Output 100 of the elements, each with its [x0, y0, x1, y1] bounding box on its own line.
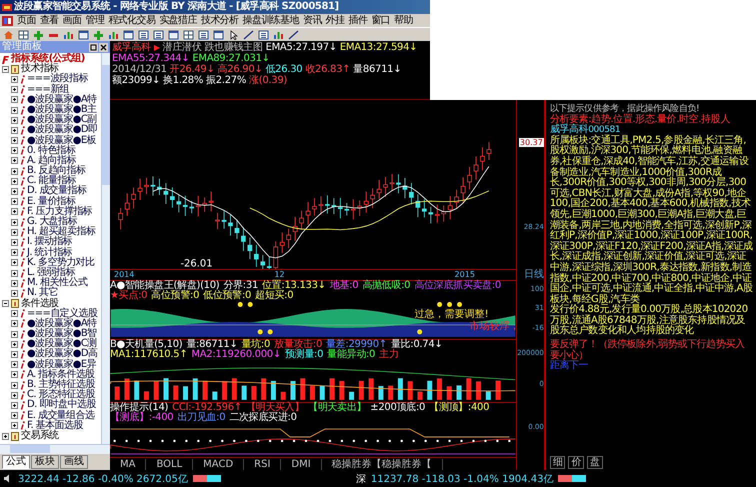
expand-toggle[interactable]: [11, 290, 18, 297]
expand-toggle[interactable]: [11, 249, 18, 256]
expand-toggle[interactable]: [11, 412, 18, 420]
expand-toggle[interactable]: [11, 330, 18, 338]
expand-toggle[interactable]: [11, 96, 18, 104]
cursor-icon[interactable]: [228, 30, 239, 40]
expand-toggle[interactable]: [11, 126, 18, 134]
tree-item[interactable]: 0. 特色指标: [27, 146, 76, 156]
expand-toggle[interactable]: [11, 137, 18, 144]
expand-toggle[interactable]: [11, 178, 18, 185]
expand-toggle[interactable]: [11, 320, 18, 328]
tree-item[interactable]: ===新组: [27, 84, 70, 95]
expand-toggle[interactable]: [11, 198, 18, 206]
chart-icon[interactable]: [108, 30, 119, 40]
tree-item[interactable]: K. 多空势力对比: [27, 258, 95, 268]
grid-icon[interactable]: [18, 30, 29, 40]
expand-toggle[interactable]: [11, 422, 18, 430]
expand-toggle[interactable]: [11, 259, 18, 266]
info-tab[interactable]: 价: [568, 456, 584, 469]
expand-toggle[interactable]: [11, 340, 18, 348]
panel-tab[interactable]: 画线: [60, 455, 88, 469]
chart-icon[interactable]: [63, 30, 74, 40]
index-name: 深: [356, 472, 366, 486]
expand-toggle[interactable]: [11, 188, 18, 196]
line-tool-icon[interactable]: [243, 30, 254, 40]
expand-toggle[interactable]: [11, 238, 18, 246]
tree-item[interactable]: J. 统计指标: [27, 248, 72, 258]
menu-item[interactable]: 插件: [348, 14, 368, 27]
close-icon[interactable]: [99, 42, 108, 52]
menu-item[interactable]: 页面: [17, 14, 36, 27]
vertical-scrollbar[interactable]: [101, 53, 110, 444]
expand-toggle[interactable]: [2, 432, 9, 440]
tree-item[interactable]: N. 其它: [27, 288, 58, 299]
expand-toggle[interactable]: [11, 218, 18, 226]
menu-item[interactable]: 查看: [40, 14, 59, 27]
tree-item[interactable]: ●波段赢家●E异: [27, 360, 96, 370]
expand-toggle[interactable]: [11, 208, 18, 216]
list-icon[interactable]: [198, 30, 209, 40]
info-tab[interactable]: 盘: [587, 456, 603, 469]
tree-item[interactable]: I. 摆动指标: [27, 237, 72, 248]
expand-toggle[interactable]: [11, 371, 18, 378]
expand-toggle[interactable]: [2, 66, 9, 73]
tree-item[interactable]: ●波段赢家●D即: [27, 125, 98, 136]
list-icon[interactable]: [138, 30, 149, 40]
window-icon[interactable]: [123, 30, 134, 40]
expand-toggle[interactable]: [11, 157, 18, 164]
window-icon[interactable]: [168, 30, 179, 40]
quote-value: 2014/12/31: [112, 64, 167, 75]
list-icon[interactable]: [153, 30, 164, 40]
menu-item[interactable]: 操盘训练基地: [242, 14, 299, 27]
menu-item[interactable]: 技术分析: [200, 14, 238, 27]
expand-toggle[interactable]: [11, 147, 18, 154]
menu-item[interactable]: 外挂: [326, 14, 345, 27]
pin-icon[interactable]: [89, 42, 98, 52]
candlestick: [215, 212, 220, 230]
expand-toggle[interactable]: [11, 310, 18, 318]
indicator-value: 量比:0.74↓: [390, 340, 443, 350]
expand-toggle[interactable]: [11, 116, 18, 124]
expand-toggle[interactable]: [11, 280, 18, 287]
expand-toggle[interactable]: [11, 402, 18, 409]
window-icon[interactable]: [78, 30, 89, 40]
menu-item[interactable]: 画面: [62, 14, 82, 27]
tree-item[interactable]: E. 量价指标: [27, 196, 76, 207]
tree-item[interactable]: E. 成交量组合选: [27, 410, 94, 421]
expand-toggle[interactable]: [11, 86, 18, 94]
tree-item[interactable]: 交易系统: [21, 430, 59, 442]
tree-item[interactable]: D. 即时盘中选股: [27, 400, 96, 411]
menu-item[interactable]: 实盘猎庄: [159, 14, 197, 27]
tree-item[interactable]: D. 成交量指标: [27, 186, 86, 197]
expand-toggle[interactable]: [2, 300, 9, 308]
menu-item[interactable]: 资讯: [302, 14, 322, 27]
expand-toggle[interactable]: [11, 228, 18, 236]
tree-item[interactable]: ●波段赢家●E板: [27, 136, 96, 146]
menu-item[interactable]: 窗口: [371, 14, 390, 27]
tree-item[interactable]: 条件选股: [21, 298, 59, 309]
expand-toggle[interactable]: [11, 361, 18, 368]
window-icon[interactable]: [213, 30, 224, 40]
expand-toggle[interactable]: [11, 382, 18, 389]
expand-toggle[interactable]: [11, 270, 18, 277]
expand-toggle[interactable]: [11, 168, 18, 175]
horizontal-scrollbar[interactable]: [0, 444, 110, 454]
tree-item[interactable]: ===自定义选股: [27, 308, 98, 319]
menu-item[interactable]: 程式化交易: [108, 14, 156, 27]
line-tool-icon[interactable]: [288, 30, 299, 40]
panel-tab[interactable]: 公式: [2, 455, 30, 469]
panel-tab[interactable]: 板块: [31, 455, 59, 469]
tree-item[interactable]: F. 基本面选股: [27, 420, 83, 431]
expand-toggle[interactable]: [11, 106, 18, 114]
tree-item[interactable]: ===波段指标: [27, 74, 88, 85]
tree-item[interactable]: ●波段赢家●D高: [27, 349, 98, 360]
expand-toggle[interactable]: [11, 392, 18, 399]
info-tab[interactable]: 细: [550, 456, 566, 469]
grid-icon[interactable]: [183, 30, 194, 40]
expand-toggle[interactable]: [11, 76, 18, 83]
chart-icon[interactable]: [273, 30, 284, 40]
tree-item[interactable]: ●波段赢家●A特: [27, 94, 96, 105]
expand-toggle[interactable]: [11, 351, 18, 358]
menu-item[interactable]: 帮助: [394, 14, 413, 27]
menu-item[interactable]: 管理: [85, 14, 104, 27]
list-icon[interactable]: [258, 30, 269, 40]
